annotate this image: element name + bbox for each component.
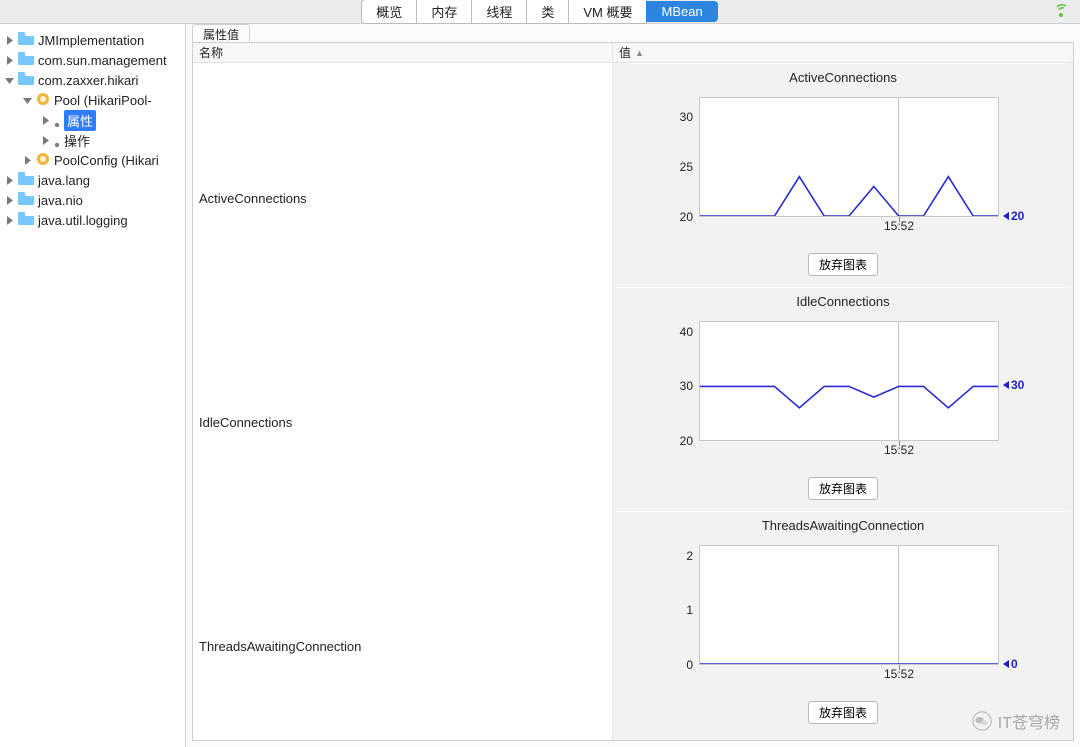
chart-area: 01215:520 <box>653 535 1033 695</box>
y-tick-label: 20 <box>653 434 693 448</box>
folder-icon <box>18 212 34 228</box>
attribute-panel: 属性值 名称 ActiveConnections IdleConnections… <box>186 24 1080 747</box>
tree-item-label: 属性 <box>64 110 96 131</box>
column-header-value[interactable]: 值 ▲ <box>613 43 1073 63</box>
discard-chart-button[interactable]: 放弃图表 <box>808 253 878 276</box>
tab-mbean[interactable]: MBean <box>646 1 717 22</box>
chart-area: 20304015:5230 <box>653 311 1033 471</box>
disclosure-icon[interactable] <box>40 116 50 125</box>
chart-active-connections: ActiveConnections20253015:5220放弃图表 <box>617 63 1069 287</box>
disclosure-icon[interactable] <box>22 96 32 105</box>
disclosure-icon[interactable] <box>4 56 14 65</box>
tree-item[interactable]: java.lang <box>0 170 185 190</box>
column-value: 值 ▲ ActiveConnections20253015:5220放弃图表 I… <box>613 43 1073 740</box>
folder-icon <box>18 192 34 208</box>
chart-title: IdleConnections <box>617 288 1069 311</box>
y-tick-label: 20 <box>653 210 693 224</box>
row-name[interactable]: ActiveConnections <box>199 191 307 206</box>
y-tick-label: 25 <box>653 160 693 174</box>
disclosure-icon[interactable] <box>4 176 14 185</box>
y-tick-label: 30 <box>653 110 693 124</box>
tree-item[interactable]: java.nio <box>0 190 185 210</box>
chart-area: 20253015:5220 <box>653 87 1033 247</box>
folder-icon <box>18 52 34 68</box>
tree-item-label: java.nio <box>38 193 83 208</box>
tree-item-label: JMImplementation <box>38 33 144 48</box>
y-tick-label: 2 <box>653 549 693 563</box>
mbean-tree[interactable]: JMImplementation com.sun.management com.za… <box>0 24 186 747</box>
column-header-name-label: 名称 <box>199 44 223 61</box>
tree-item[interactable]: 属性 <box>0 110 185 130</box>
discard-chart-button[interactable]: 放弃图表 <box>808 477 878 500</box>
folder-icon <box>18 32 34 48</box>
tree-item-label: 操作 <box>64 131 90 150</box>
column-header-value-label: 值 <box>619 44 631 61</box>
tree-item-label: Pool (HikariPool- <box>54 93 152 108</box>
tree-item-label: java.util.logging <box>38 213 128 228</box>
row-name[interactable]: IdleConnections <box>199 415 292 430</box>
tree-item-label: java.lang <box>38 173 90 188</box>
sort-indicator-icon: ▲ <box>635 48 644 58</box>
tree-item[interactable]: Pool (HikariPool- <box>0 90 185 110</box>
current-value-marker: 0 <box>1003 657 1018 671</box>
chart-plot[interactable] <box>699 545 999 665</box>
tree-item-label: com.zaxxer.hikari <box>38 73 138 88</box>
tab-classes[interactable]: 类 <box>526 0 569 24</box>
y-tick-label: 1 <box>653 603 693 617</box>
discard-chart-button[interactable]: 放弃图表 <box>808 701 878 724</box>
tree-item[interactable]: com.sun.management <box>0 50 185 70</box>
row-name[interactable]: ThreadsAwaitingConnection <box>199 639 361 654</box>
disclosure-icon[interactable] <box>4 216 14 225</box>
chart-threads-awaiting: ThreadsAwaitingConnection01215:520放弃图表 <box>617 511 1069 735</box>
dot-icon <box>54 137 60 143</box>
chart-title: ThreadsAwaitingConnection <box>617 512 1069 535</box>
folder-icon <box>18 72 34 88</box>
tree-item[interactable]: com.zaxxer.hikari <box>0 70 185 90</box>
tab-memory[interactable]: 内存 <box>416 0 472 24</box>
current-value-marker: 30 <box>1003 378 1024 392</box>
current-value-marker: 20 <box>1003 209 1024 223</box>
disclosure-icon[interactable] <box>22 156 32 165</box>
tree-item-label: com.sun.management <box>38 53 167 68</box>
disclosure-icon[interactable] <box>4 196 14 205</box>
disclosure-icon[interactable] <box>40 136 50 145</box>
tab-threads[interactable]: 线程 <box>471 0 527 24</box>
tree-item[interactable]: 操作 <box>0 130 185 150</box>
chart-idle-connections: IdleConnections20304015:5230放弃图表 <box>617 287 1069 511</box>
top-tabbar: 概览 内存 线程 类 VM 概要 MBean <box>0 0 1080 24</box>
tree-item[interactable]: PoolConfig (Hikari <box>0 150 185 170</box>
dot-icon <box>54 117 60 123</box>
folder-icon <box>18 172 34 188</box>
tree-item[interactable]: java.util.logging <box>0 210 185 230</box>
disclosure-icon[interactable] <box>4 76 14 85</box>
tab-overview[interactable]: 概览 <box>361 0 417 24</box>
connection-indicator-icon <box>1056 4 1074 21</box>
disclosure-icon[interactable] <box>4 36 14 45</box>
chart-title: ActiveConnections <box>617 64 1069 87</box>
y-tick-label: 40 <box>653 325 693 339</box>
bean-icon <box>36 92 50 109</box>
tree-item[interactable]: JMImplementation <box>0 30 185 50</box>
column-name: 名称 ActiveConnections IdleConnections Thr… <box>193 43 613 740</box>
column-header-name[interactable]: 名称 <box>193 43 612 63</box>
bean-icon <box>36 152 50 169</box>
y-tick-label: 0 <box>653 658 693 672</box>
tab-vm-summary[interactable]: VM 概要 <box>568 0 647 24</box>
y-tick-label: 30 <box>653 379 693 393</box>
chart-plot[interactable] <box>699 321 999 441</box>
chart-plot[interactable] <box>699 97 999 217</box>
tree-item-label: PoolConfig (Hikari <box>54 153 159 168</box>
